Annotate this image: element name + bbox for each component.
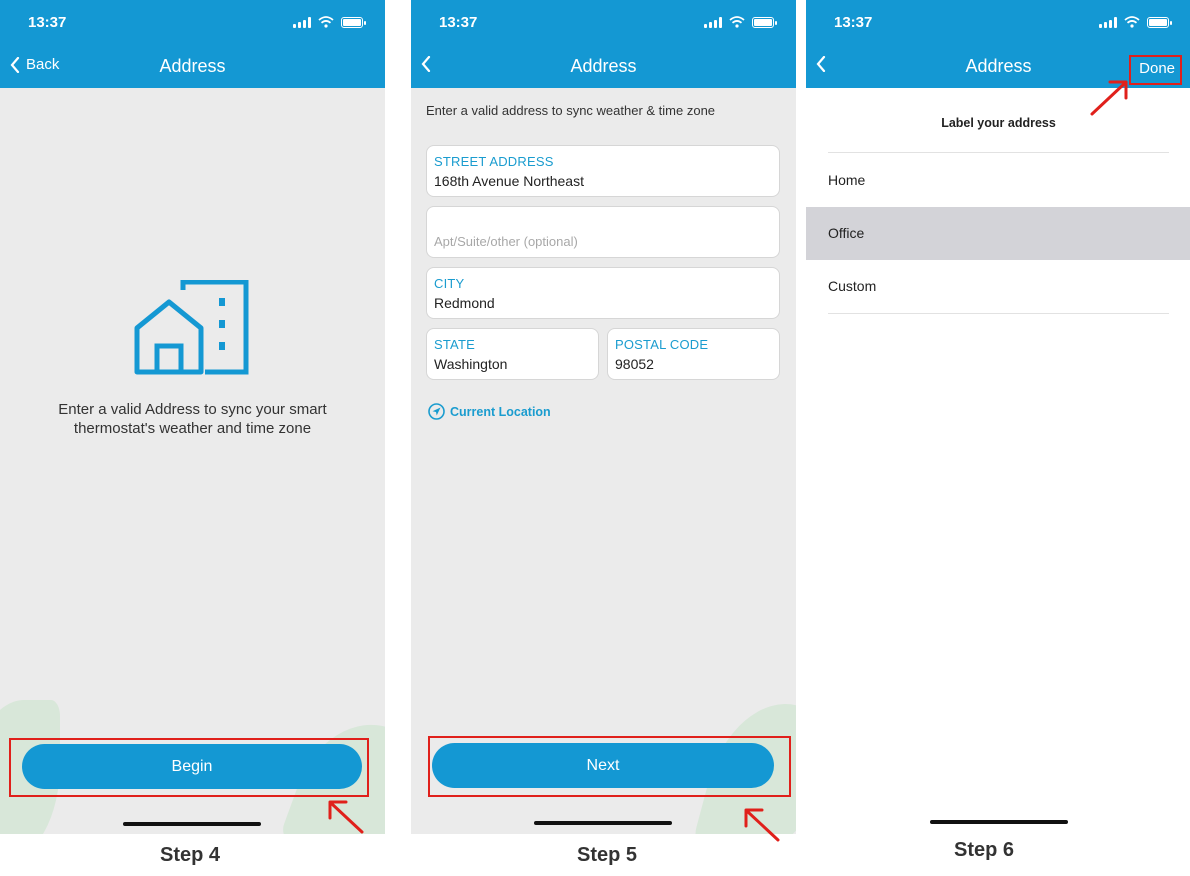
- phone-screen-step-6: 13:37 Address Done Label your address Ho…: [806, 0, 1190, 834]
- top-bar: 13:37 Address: [411, 0, 796, 88]
- wifi-icon: [318, 16, 334, 28]
- field-value: Redmond: [434, 295, 495, 311]
- city-field[interactable]: CITY Redmond: [426, 267, 780, 319]
- label-heading: Label your address: [941, 116, 1056, 130]
- step-label: Step 4: [159, 844, 221, 866]
- highlight-box: [1129, 55, 1182, 85]
- option-office[interactable]: Office: [806, 207, 1190, 260]
- option-home[interactable]: Home: [806, 154, 1190, 207]
- house-building-icon: [134, 280, 249, 375]
- field-placeholder: Apt/Suite/other (optional): [434, 234, 578, 249]
- description-text: Enter a valid Address to sync your smart…: [58, 401, 327, 437]
- phone-screen-step-5: 13:37 Address Enter a valid address to s…: [411, 0, 796, 834]
- step-label: Step 6: [953, 839, 1015, 861]
- home-indicator: [930, 820, 1068, 824]
- apt-suite-field[interactable]: Apt/Suite/other (optional): [426, 206, 780, 258]
- field-label: STATE: [434, 337, 475, 352]
- battery-icon: [341, 16, 366, 28]
- red-arrow-icon: [1090, 80, 1128, 116]
- step-label: Step 5: [576, 844, 638, 866]
- red-arrow-icon: [744, 808, 780, 842]
- status-time: 13:37: [834, 14, 873, 31]
- field-value: Washington: [434, 356, 508, 372]
- divider: [828, 152, 1169, 153]
- signal-icon: [293, 16, 311, 28]
- option-custom[interactable]: Custom: [806, 260, 1190, 313]
- status-icons: [293, 16, 366, 28]
- highlight-box: [9, 738, 369, 797]
- field-label: STREET ADDRESS: [434, 154, 554, 169]
- battery-icon: [1147, 16, 1172, 28]
- home-indicator: [123, 822, 261, 826]
- home-indicator: [534, 821, 672, 825]
- signal-icon: [1099, 16, 1117, 28]
- phone-screen-step-4: 13:37 Back Address Enter a valid Address…: [0, 0, 385, 834]
- postal-code-field[interactable]: POSTAL CODE 98052: [607, 328, 780, 380]
- wifi-icon: [729, 16, 745, 28]
- field-label: POSTAL CODE: [615, 337, 709, 352]
- battery-icon: [752, 16, 777, 28]
- page-title: Address: [159, 56, 226, 76]
- red-arrow-icon: [328, 800, 364, 834]
- current-location-label: Current Location: [450, 404, 551, 419]
- highlight-box: [428, 736, 791, 797]
- field-value: 168th Avenue Northeast: [434, 173, 584, 189]
- wifi-icon: [1124, 16, 1140, 28]
- top-bar: 13:37 Back Address: [0, 0, 385, 88]
- status-icons: [1099, 16, 1172, 28]
- field-label: CITY: [434, 276, 465, 291]
- signal-icon: [704, 16, 722, 28]
- divider: [828, 313, 1169, 314]
- status-icons: [704, 16, 777, 28]
- status-time: 13:37: [28, 14, 67, 31]
- field-value: 98052: [615, 356, 654, 372]
- instruction-text: Enter a valid address to sync weather & …: [426, 103, 716, 118]
- location-arrow-icon: [428, 403, 445, 420]
- page-title: Address: [570, 56, 637, 76]
- current-location-link[interactable]: Current Location: [428, 403, 551, 420]
- street-address-field[interactable]: STREET ADDRESS 168th Avenue Northeast: [426, 145, 780, 197]
- state-field[interactable]: STATE Washington: [426, 328, 599, 380]
- status-time: 13:37: [439, 14, 478, 31]
